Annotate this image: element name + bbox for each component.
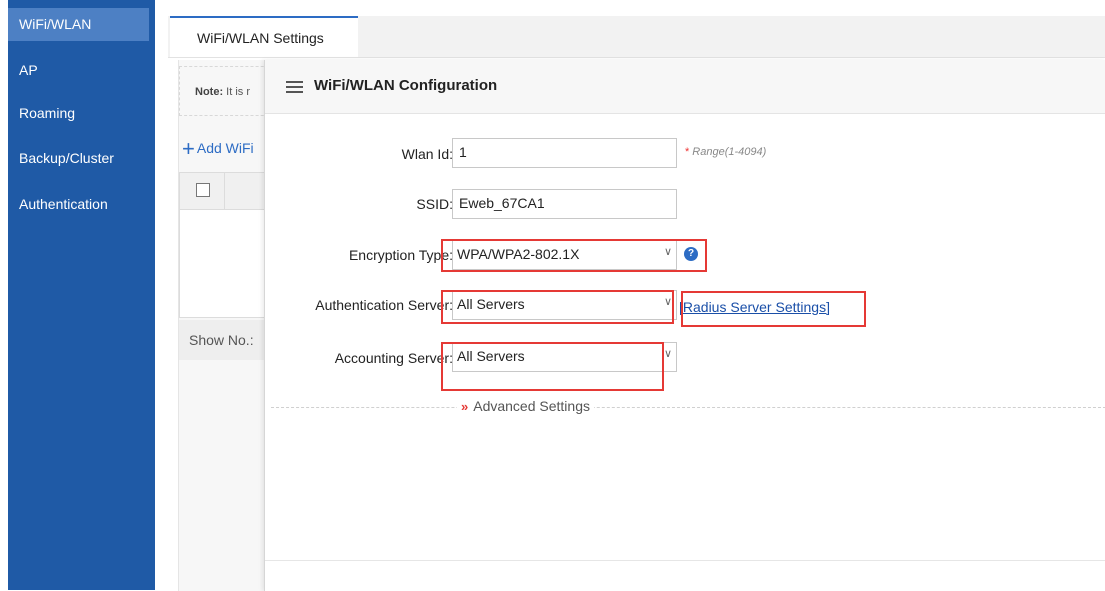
advanced-divider — [271, 407, 1105, 408]
dialog-footer-divider — [265, 560, 1105, 561]
sidebar: WiFi/WLAN AP Roaming Backup/Cluster Auth… — [8, 0, 155, 590]
background-panel: Note: It is r + Add WiFi Show No.: — [178, 60, 279, 591]
add-wifi-button[interactable]: + Add WiFi — [182, 136, 254, 162]
tab-bar: WiFi/WLAN Settings — [168, 16, 1105, 58]
highlight-box-auth-server — [441, 290, 674, 324]
double-chevron-right-icon: » — [461, 399, 469, 414]
dialog-title: WiFi/WLAN Configuration — [314, 77, 498, 94]
wlan-id-range-hint: * Range(1-4094) — [685, 146, 766, 158]
note-text: It is r — [226, 86, 251, 98]
select-all-checkbox[interactable] — [196, 183, 210, 197]
accounting-server-label: Accounting Server: — [334, 350, 453, 366]
dialog-header: WiFi/WLAN Configuration — [265, 60, 1105, 114]
plus-icon: + — [182, 136, 195, 161]
highlight-box-encryption — [441, 239, 707, 272]
sidebar-item-ap[interactable]: AP — [8, 62, 155, 78]
sidebar-item-wifi-wlan[interactable]: WiFi/WLAN — [8, 8, 149, 41]
advanced-settings-label: Advanced Settings — [473, 398, 590, 414]
advanced-settings-toggle[interactable]: » Advanced Settings — [457, 398, 594, 414]
auth-server-label: Authentication Server: — [315, 297, 453, 313]
required-star: * — [685, 146, 690, 158]
wlan-id-label: Wlan Id: — [401, 146, 453, 162]
note-prefix: Note: — [195, 86, 224, 98]
wlan-id-range-text: Range(1-4094) — [692, 146, 767, 158]
wlan-id-input[interactable]: 1 — [452, 138, 677, 168]
encryption-type-label: Encryption Type: — [348, 247, 453, 263]
hamburger-menu-icon — [286, 81, 303, 93]
chevron-down-icon: ∨ — [663, 348, 672, 360]
sidebar-item-roaming[interactable]: Roaming — [8, 105, 155, 121]
sidebar-item-backup-cluster[interactable]: Backup/Cluster — [8, 150, 155, 166]
add-wifi-label: Add WiFi — [196, 140, 254, 156]
ssid-label: SSID: — [416, 196, 453, 212]
ssid-input[interactable]: Eweb_67CA1 — [452, 189, 677, 219]
wifi-config-dialog: WiFi/WLAN Configuration Wlan Id: 1 * Rang… — [264, 60, 1105, 591]
highlight-box-accounting-server — [441, 342, 664, 391]
tab-wifi-wlan-settings[interactable]: WiFi/WLAN Settings — [170, 16, 358, 57]
highlight-box-radius-link — [681, 291, 866, 327]
sidebar-item-authentication[interactable]: Authentication — [8, 196, 155, 212]
column-divider — [224, 173, 225, 209]
